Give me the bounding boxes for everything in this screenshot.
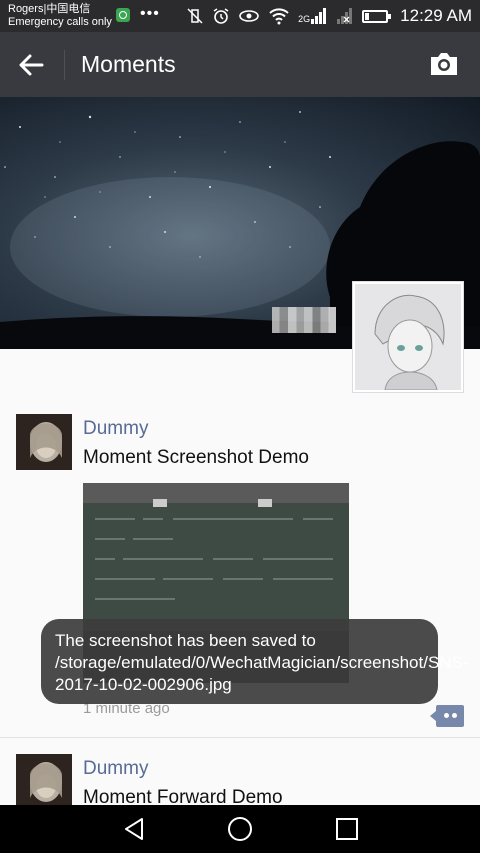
wifi-icon	[269, 8, 289, 25]
screenshot-saved-toast: The screenshot has been saved to /storag…	[41, 619, 469, 704]
camera-icon[interactable]	[428, 50, 460, 78]
status-icons: 2G 12:29 AM	[186, 4, 472, 28]
toolbar: Moments	[0, 32, 480, 97]
back-triangle-icon[interactable]	[120, 815, 148, 843]
profile-avatar[interactable]	[352, 281, 464, 393]
cellular-signal-icon: 2G	[298, 7, 328, 25]
network-type-label: 2G	[298, 14, 311, 24]
notification-app-icon	[116, 8, 130, 22]
toast-message: The screenshot has been saved to /storag…	[55, 631, 469, 694]
user-avatar[interactable]	[16, 754, 72, 810]
more-notifications-icon: •••	[140, 5, 160, 22]
page-title: Moments	[81, 51, 176, 77]
moment-divider	[0, 737, 480, 738]
arrow-left-icon[interactable]	[14, 50, 50, 80]
moment-text: Moment Screenshot Demo	[83, 447, 309, 468]
emergency-text: Emergency calls only	[8, 16, 112, 28]
author-name[interactable]: Dummy	[83, 418, 148, 440]
alarm-icon	[213, 8, 229, 24]
no-signal-icon	[337, 8, 353, 24]
battery-icon	[362, 9, 392, 23]
eye-comfort-icon	[239, 10, 259, 22]
status-bar: Rogers|中国电信 Emergency calls only ••• 2G …	[0, 0, 480, 32]
comment-options-button[interactable]	[430, 705, 464, 727]
blurred-username	[272, 307, 336, 333]
navigation-bar	[0, 805, 480, 853]
carrier-info: Rogers|中国电信 Emergency calls only	[8, 3, 112, 29]
user-avatar[interactable]	[16, 414, 72, 470]
home-circle-icon[interactable]	[226, 815, 254, 843]
toolbar-divider	[64, 50, 65, 80]
carrier-name: Rogers|中国电信	[8, 3, 91, 15]
anime-avatar-image	[355, 284, 461, 390]
clock: 12:29 AM	[400, 6, 472, 25]
vibrate-off-icon	[187, 8, 203, 24]
recents-square-icon[interactable]	[333, 815, 361, 843]
author-name[interactable]: Dummy	[83, 758, 148, 780]
